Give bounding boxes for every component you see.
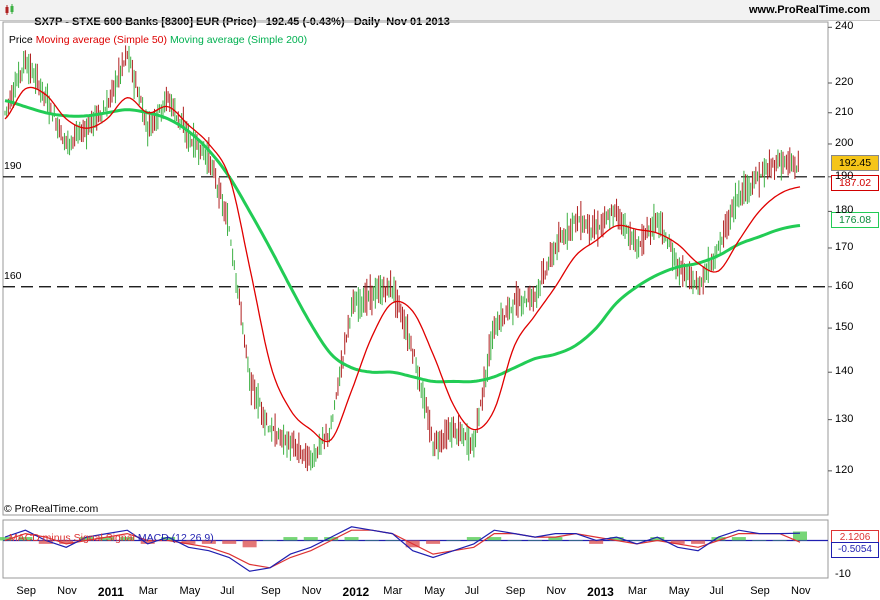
macd-histogram-bar [731, 537, 746, 541]
legend-ma50: Moving average (Simple 50) [35, 34, 168, 46]
y-tick-label: 240 [835, 20, 854, 33]
price-chart[interactable] [0, 20, 880, 600]
last-price-badge: 192.45 [831, 155, 879, 171]
level-label-190: 190 [4, 160, 22, 172]
x-tick-label: Jul [709, 585, 724, 597]
macd-histogram-bar [752, 540, 767, 541]
macd-y-tick-label: -10 [835, 567, 851, 580]
macd-histogram-bar [385, 540, 400, 541]
x-tick-label: May [179, 585, 201, 597]
legend-ma200: Moving average (Simple 200) [169, 34, 308, 46]
site-url[interactable]: www.ProRealTime.com [749, 4, 870, 16]
candlestick-icon [5, 4, 14, 15]
x-tick-label: Sep [750, 585, 770, 597]
y-tick-label: 190 [835, 169, 854, 182]
macd-histogram-bar [772, 540, 787, 541]
macd-legend: MACD minus Signal Signal MACD (12 26 9) [3, 520, 214, 544]
legend-macd: MACD (12 26 9) [137, 532, 214, 544]
x-tick-label: Mar [627, 585, 647, 597]
y-tick-label: 170 [835, 240, 854, 253]
x-tick-label: Sep [16, 585, 36, 597]
price-panel-frame [2, 21, 829, 516]
x-tick-label: Sep [505, 585, 526, 597]
signal-badge: -0.5054 [831, 542, 879, 558]
y-tick-label: 140 [835, 365, 854, 378]
macd-histogram-bar [507, 540, 522, 541]
legend-price: Price [8, 34, 33, 46]
macd-histogram-bar [283, 537, 298, 541]
x-tick-label: Mar [383, 585, 403, 597]
y-tick-label: 150 [835, 321, 854, 334]
macd-histogram-bar [426, 540, 441, 544]
macd-histogram-bar [222, 540, 237, 544]
y-tick-label: 130 [835, 412, 854, 425]
price-legend: Price Moving average (Simple 50) Moving … [3, 22, 307, 46]
y-tick-label: 200 [835, 136, 854, 149]
macd-histogram-bar [629, 540, 644, 541]
chart-title-bar: SX7P - STXE 600 Banks [8300] EUR (Price)… [0, 0, 880, 28]
x-tick-label: 2011 [97, 585, 124, 599]
x-tick-label: Nov [791, 585, 811, 597]
x-tick-label: May [668, 585, 690, 597]
x-tick-label: Nov [57, 585, 77, 597]
macd-histogram-bar [344, 537, 359, 541]
y-tick-label: 160 [835, 279, 854, 292]
macd-histogram-bar [691, 540, 706, 544]
x-tick-label: Nov [301, 585, 322, 597]
copyright-text: © ProRealTime.com [4, 503, 99, 515]
y-tick-label: 120 [835, 463, 854, 476]
y-tick-label: 210 [835, 105, 854, 118]
macd-histogram-bar [263, 540, 277, 541]
macd-histogram-bar [528, 540, 542, 541]
y-tick-label: 220 [835, 75, 854, 88]
legend-macd-signal: MACD minus Signal Signal [8, 532, 135, 544]
x-tick-label: May [424, 585, 445, 597]
x-tick-label: 2012 [342, 585, 370, 599]
level-label-160: 160 [4, 270, 22, 282]
ma200-line [4, 99, 801, 384]
x-tick-label: 2013 [587, 585, 614, 599]
macd-histogram-bar [303, 537, 318, 541]
x-tick-label: Mar [138, 585, 158, 597]
x-tick-label: Jul [220, 585, 235, 597]
macd-histogram-bar [364, 540, 379, 541]
x-tick-label: Sep [261, 585, 281, 597]
macd-histogram-bar [568, 540, 583, 541]
macd-histogram-bar [446, 540, 461, 541]
y-tick-label: 180 [835, 204, 854, 217]
x-tick-label: Nov [546, 585, 566, 597]
macd-histogram-bar [242, 540, 257, 548]
x-tick-label: Jul [464, 585, 479, 597]
